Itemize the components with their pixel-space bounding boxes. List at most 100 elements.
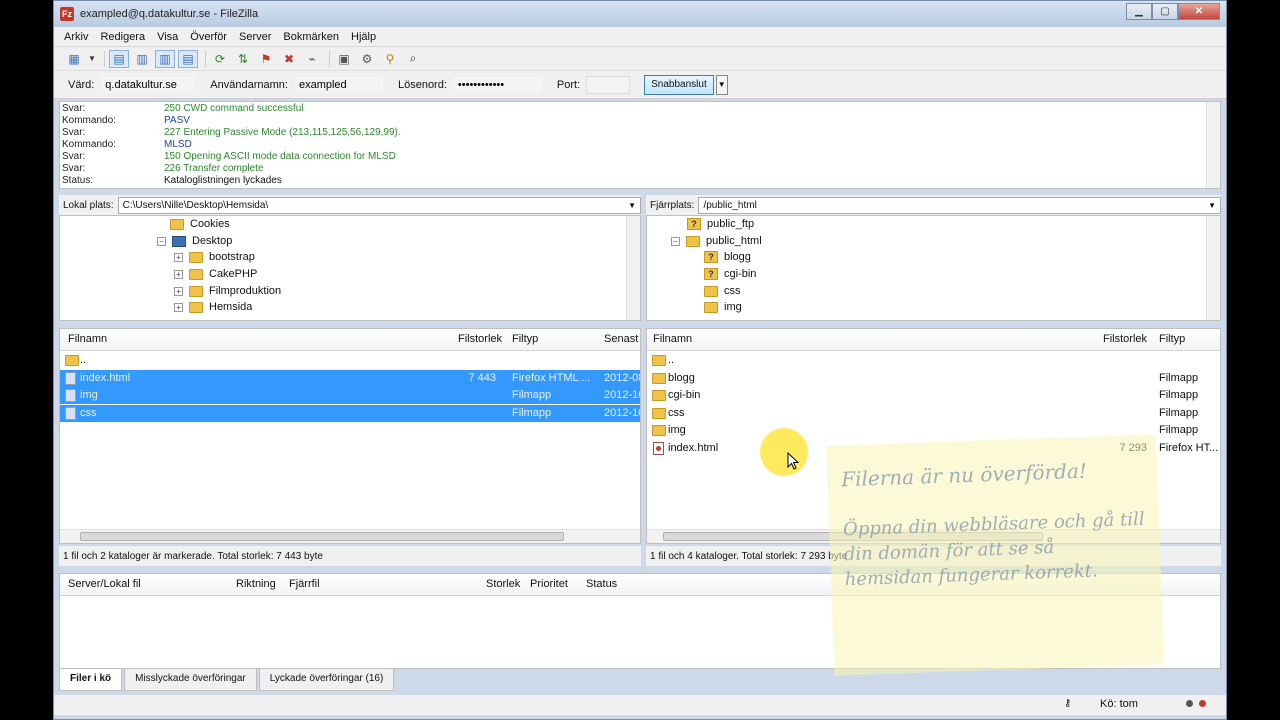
local-path-input[interactable]: C:\Users\Nille\Desktop\Hemsida\ ▼ [117,196,641,214]
folder-icon [189,251,203,263]
expand-icon[interactable]: + [174,252,183,262]
cancel-operation-icon[interactable]: ⚑ [256,50,276,68]
remote-list-hscrollbar[interactable] [647,529,1220,543]
collapse-icon[interactable]: − [671,236,680,246]
column-header-filesize[interactable]: Filstorlek [458,333,502,345]
menu-arkiv[interactable]: Arkiv [64,31,88,43]
filter-icon[interactable]: ▣ [334,50,354,68]
menu-visa[interactable]: Visa [157,31,178,43]
compare-directories-icon[interactable]: ⚙ [357,50,377,68]
maximize-button[interactable]: ▢ [1152,3,1178,20]
tree-item-public-ftp[interactable]: ? public_ftp [687,216,754,232]
chevron-down-icon[interactable]: ▼ [628,201,636,210]
log-line-type: Svar: [62,127,86,138]
toggle-log-icon[interactable]: ▤ [109,49,129,68]
column-header-filename[interactable]: Filnamn [653,333,692,345]
file-type: Firefox HT... [1159,441,1219,454]
tree-item-bootstrap[interactable]: + bootstrap [174,249,255,265]
tree-item-css[interactable]: css [704,283,741,299]
remote-file-row[interactable]: .. [647,352,1220,369]
scroll-thumb[interactable] [80,532,564,541]
column-header-filetype[interactable]: Filtyp [1159,333,1185,345]
column-header-filename[interactable]: Filnamn [68,333,107,345]
quickconnect-button[interactable]: Snabbanslut [644,74,714,95]
log-line-message: 150 Opening ASCII mode data connection f… [164,151,396,162]
tab-queued-files[interactable]: Filer i kö [59,669,123,691]
site-manager-dropdown-icon[interactable]: ▼ [87,50,97,68]
menu-redigera[interactable]: Redigera [100,31,145,43]
toggle-remote-tree-icon[interactable]: ▥ [155,49,175,68]
refresh-icon[interactable]: ⟳ [210,50,230,68]
local-tree-scrollbar[interactable] [626,216,640,320]
toggle-queue-icon[interactable]: ▤ [178,49,198,68]
minimize-button[interactable]: ▁ [1126,3,1152,20]
expand-icon[interactable]: + [174,286,183,296]
column-header-size[interactable]: Storlek [486,578,520,590]
log-scrollbar[interactable] [1206,102,1220,188]
reconnect-icon[interactable]: ⌁ [302,50,322,68]
sync-browsing-icon[interactable]: ⚲ [380,50,400,68]
remote-tree-scrollbar[interactable] [1206,216,1220,320]
column-header-server-local-file[interactable]: Server/Lokal fil [68,578,141,590]
folder-icon [652,372,666,384]
tree-item-blogg[interactable]: ? blogg [704,249,751,265]
folder-icon [189,268,203,280]
remote-file-row[interactable]: blogg Filmapp [647,370,1220,387]
column-header-filetype[interactable]: Filtyp [512,333,538,345]
tree-item-public-html[interactable]: − public_html [671,233,762,249]
column-header-status[interactable]: Status [586,578,617,590]
port-input[interactable] [586,75,631,94]
process-queue-icon[interactable]: ⇅ [233,50,253,68]
remote-path-input[interactable]: /public_html ▼ [698,196,1221,214]
unknown-folder-icon: ? [687,218,701,230]
menu-overfor[interactable]: Överför [190,31,227,43]
tree-item-desktop[interactable]: − Desktop [157,233,232,249]
tree-item-filmproduktion[interactable]: + Filmproduktion [174,283,281,299]
scroll-thumb[interactable] [663,532,1043,541]
column-header-direction[interactable]: Riktning [236,578,276,590]
local-file-row[interactable]: index.html 7 443 Firefox HTML ... 2012-08 [60,369,640,387]
quickconnect-dropdown-icon[interactable]: ▼ [715,74,728,95]
close-button[interactable]: ✕ [1178,3,1220,20]
tab-successful-transfers[interactable]: Lyckade överföringar (16) [258,669,395,691]
column-header-filesize[interactable]: Filstorlek [1103,333,1147,345]
remote-file-row[interactable]: index.html 7 293 Firefox HT... [647,440,1220,457]
column-header-priority[interactable]: Prioritet [530,578,568,590]
menu-hjalp[interactable]: Hjälp [351,31,376,43]
local-path-label: Lokal plats: [63,199,114,211]
chevron-down-icon[interactable]: ▼ [1208,201,1216,210]
expand-icon[interactable]: + [174,302,183,312]
log-line-message: MLSD [164,139,192,150]
local-file-row[interactable]: img Filmapp 2012-10 [60,387,640,404]
remote-file-row[interactable]: css Filmapp [647,405,1220,422]
tree-item-cookies[interactable]: Cookies [170,216,230,232]
file-name: cgi-bin [668,389,701,401]
tree-item-hemsida[interactable]: + Hemsida [174,299,252,315]
column-header-modified[interactable]: Senast [604,333,638,345]
collapse-icon[interactable]: − [157,236,166,246]
menu-bokmarken[interactable]: Bokmärken [283,31,339,43]
log-line-message: 250 CWD command successful [164,103,304,114]
remote-file-row[interactable]: img Filmapp [647,422,1220,439]
host-input[interactable] [100,75,197,94]
tree-item-img[interactable]: img [704,299,742,315]
local-file-row[interactable]: css Filmapp 2012-10 [60,404,640,422]
username-input[interactable] [293,75,384,94]
tree-item-cgi-bin[interactable]: ? cgi-bin [704,266,756,282]
filezilla-app-icon: Fz [60,7,74,21]
tree-item-cakephp[interactable]: + CakePHP [174,266,257,282]
search-icon[interactable]: ⌕ [403,50,423,68]
file-name: index.html [80,371,131,384]
tree-item-label: public_html [706,235,762,247]
password-input[interactable] [452,75,543,94]
disconnect-icon[interactable]: ✖ [279,50,299,68]
tab-failed-transfers[interactable]: Misslyckade överföringar [124,669,257,691]
toggle-local-tree-icon[interactable]: ▥ [132,50,152,68]
local-file-row[interactable]: .. [60,352,640,369]
local-list-hscrollbar[interactable] [60,529,640,543]
menu-server[interactable]: Server [239,31,271,43]
site-manager-icon[interactable]: ▦ [64,50,84,68]
remote-file-row[interactable]: cgi-bin Filmapp [647,387,1220,404]
column-header-remote-file[interactable]: Fjärrfil [289,578,320,590]
expand-icon[interactable]: + [174,269,183,279]
